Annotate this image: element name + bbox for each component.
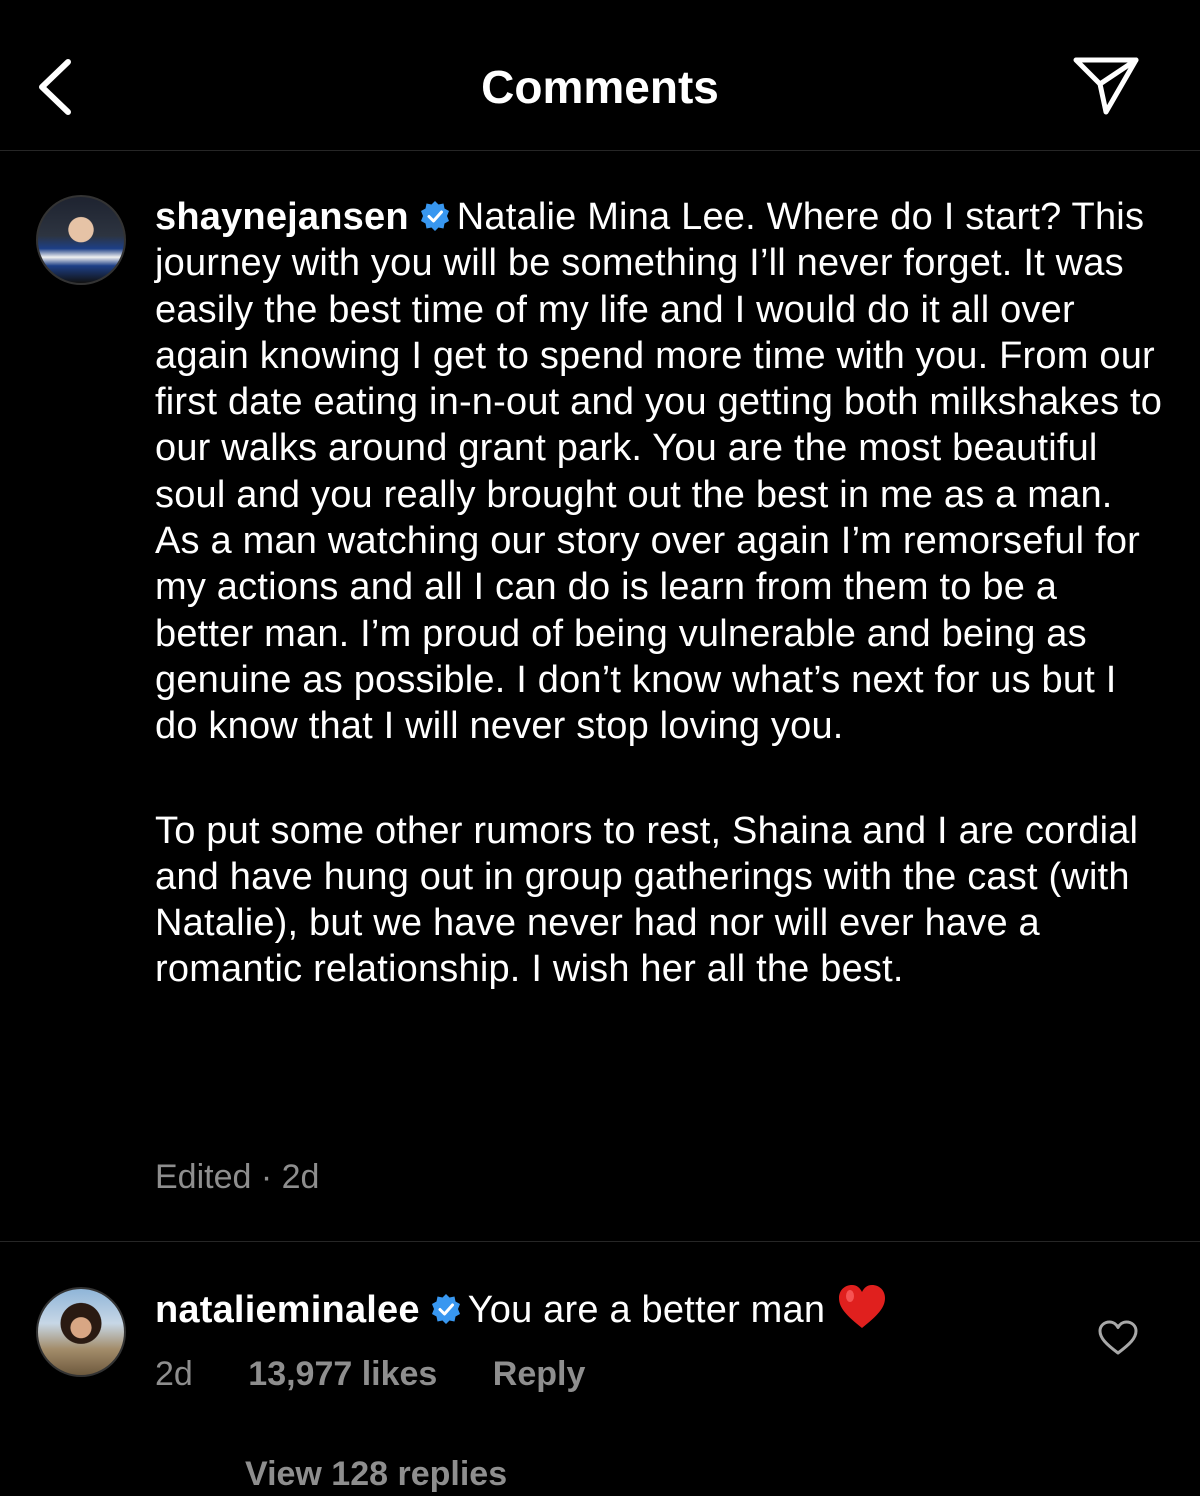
heart-outline-icon <box>1098 1320 1138 1355</box>
comment-text: natalieminalee You are a better man <box>155 1284 1165 1333</box>
comment-paragraph: To put some other rumors to rest, Shaina… <box>155 809 1139 991</box>
divider <box>0 1241 1200 1242</box>
avatar[interactable] <box>36 195 126 285</box>
paper-plane-icon <box>1073 57 1139 115</box>
comment-paragraph: You are a better man <box>467 1289 826 1331</box>
comment-username[interactable]: shaynejansen <box>155 196 409 238</box>
comment-time: 2d <box>155 1355 193 1393</box>
reply-button[interactable]: Reply <box>493 1355 586 1393</box>
comment-meta: Edited · 2d <box>155 1158 320 1196</box>
page-title: Comments <box>481 61 719 113</box>
like-button[interactable] <box>1098 1320 1138 1356</box>
comment-meta: 2d 13,977 likes Reply <box>155 1352 631 1396</box>
comment-username[interactable]: natalieminalee <box>155 1289 420 1331</box>
verified-badge-icon <box>420 201 449 231</box>
verified-badge-icon <box>431 1294 460 1324</box>
share-button[interactable] <box>1070 52 1144 122</box>
header-bar: Comments <box>0 0 1200 151</box>
avatar[interactable] <box>36 1287 126 1377</box>
red-heart-emoji-icon <box>839 1285 886 1328</box>
comment-text: shaynejansen Natalie Mina Lee. Where do … <box>155 194 1165 993</box>
likes-count[interactable]: 13,977 likes <box>248 1355 437 1393</box>
view-replies-button[interactable]: View 128 replies <box>245 1452 507 1496</box>
comment-paragraph: Natalie Mina Lee. Where do I start? This… <box>155 196 1163 748</box>
